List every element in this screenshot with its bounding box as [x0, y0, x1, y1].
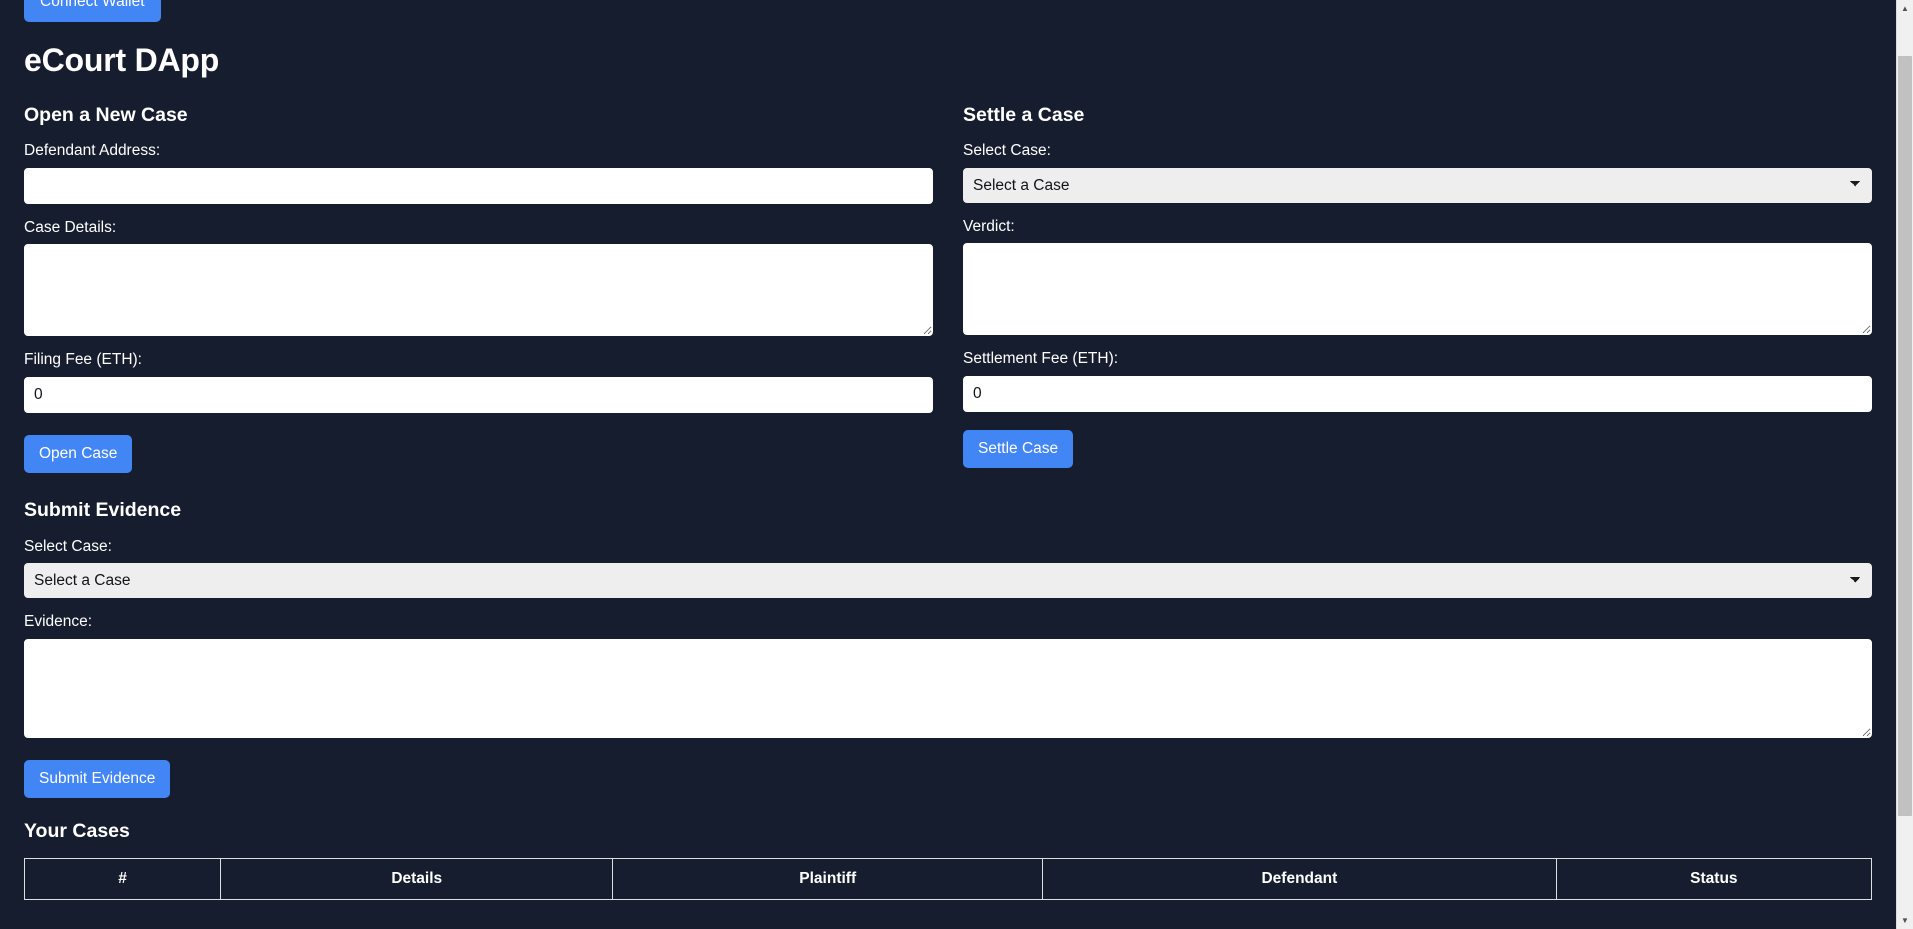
column-header-defendant: Defendant [1042, 857, 1557, 900]
evidence-select-case-label: Select Case: [24, 537, 112, 555]
column-header-number: # [23, 857, 222, 900]
filing-fee-input[interactable] [24, 376, 933, 413]
case-details-label: Case Details: [24, 218, 117, 236]
cases-table: # Details Plaintiff Defendant Status [23, 857, 1873, 900]
submit-evidence-heading: Submit Evidence [24, 499, 182, 522]
settle-select-case-dropdown[interactable]: Select a Case [963, 167, 1872, 203]
column-header-plaintiff: Plaintiff [612, 857, 1044, 900]
open-case-button[interactable]: Open Case [24, 434, 133, 474]
settle-case-button-row: Settle Case [963, 429, 1872, 469]
your-cases-heading: Your Cases [24, 820, 130, 843]
verdict-label: Verdict: [963, 217, 1015, 235]
settle-case-heading: Settle a Case [963, 103, 1085, 126]
topbar: Connect Wallet [24, 0, 1872, 22]
page-content: Connect Wallet eCourt DApp Open a New Ca… [0, 0, 1896, 900]
settle-case-button[interactable]: Settle Case [963, 429, 1074, 469]
scrollbar-up-arrow-icon[interactable]: ▲ [1897, 0, 1913, 17]
vertical-scrollbar[interactable]: ▲ ▼ [1896, 0, 1913, 929]
cases-table-head: # Details Plaintiff Defendant Status [23, 857, 1873, 900]
settlement-fee-label: Settlement Fee (ETH): [963, 350, 1119, 368]
verdict-textarea[interactable] [963, 243, 1872, 336]
settle-select-case-label: Select Case: [963, 142, 1051, 160]
evidence-textarea[interactable] [24, 638, 1872, 738]
column-header-details: Details [220, 857, 614, 900]
submit-evidence-section: Submit Evidence Select Case: Select a Ca… [24, 499, 1872, 799]
column-header-status: Status [1555, 857, 1873, 900]
evidence-label: Evidence: [24, 613, 93, 631]
evidence-select-case-dropdown[interactable]: Select a Case [24, 563, 1872, 599]
defendant-address-input[interactable] [24, 167, 933, 204]
open-case-heading: Open a New Case [24, 103, 188, 126]
open-case-button-row: Open Case [24, 434, 933, 474]
defendant-address-label: Defendant Address: [24, 142, 161, 160]
cases-table-header-row: # Details Plaintiff Defendant Status [23, 857, 1873, 900]
page-title: eCourt DApp [24, 41, 220, 78]
submit-evidence-button[interactable]: Submit Evidence [24, 759, 171, 799]
open-case-section: Open a New Case Defendant Address: Case … [24, 78, 948, 474]
connect-wallet-button[interactable]: Connect Wallet [24, 0, 161, 22]
your-cases-section: Your Cases # Details Plaintiff Defendant… [23, 820, 1873, 900]
settlement-fee-input[interactable] [963, 375, 1872, 412]
browser-viewport: Connect Wallet eCourt DApp Open a New Ca… [0, 0, 1913, 929]
scrollbar-thumb[interactable] [1898, 56, 1912, 816]
filing-fee-label: Filing Fee (ETH): [24, 351, 142, 369]
forms-row: Open a New Case Defendant Address: Case … [24, 78, 1872, 474]
submit-evidence-button-row: Submit Evidence [24, 759, 1872, 799]
scrollbar-down-arrow-icon[interactable]: ▼ [1897, 912, 1913, 929]
settle-case-section: Settle a Case Select Case: Select a Case… [948, 78, 1872, 474]
case-details-textarea[interactable] [24, 244, 933, 337]
